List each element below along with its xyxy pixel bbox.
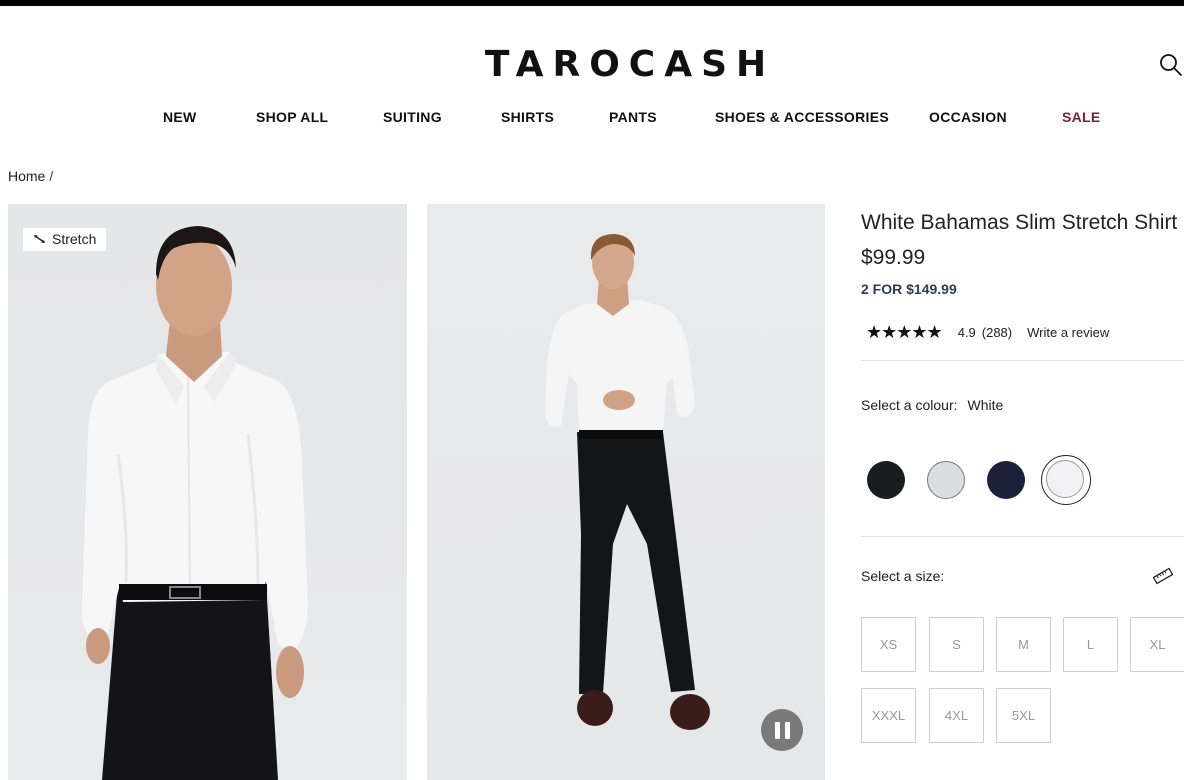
colour-swatch-grey[interactable] [927,461,965,499]
product-video-full-length[interactable] [427,204,825,780]
size-option-l[interactable]: L [1063,617,1118,672]
model-full-length-photo [545,234,710,730]
product-price: $99.99 [861,246,926,269]
nav-item-pants[interactable]: PANTS [609,109,657,125]
multibuy-promo: 2 FOR $149.99 [861,281,957,297]
stretch-badge-label: Stretch [52,231,97,247]
write-review-link[interactable]: Write a review [1027,325,1109,340]
model-front-photo [81,226,308,780]
colour-swatch-navy[interactable] [987,461,1025,499]
review-count[interactable]: (288) [982,325,1012,340]
video-pause-button[interactable] [761,709,803,751]
rating-row: ★★★★★ 4.9 (288) Write a review [866,321,1109,343]
size-option-xl[interactable]: XL [1130,617,1184,672]
size-option-s[interactable]: S [929,617,984,672]
stretch-arrow-icon [34,235,45,243]
colour-swatch-white[interactable] [1046,460,1084,498]
nav-item-new[interactable]: NEW [163,109,197,125]
size-label: Select a size: [861,568,945,584]
product-info-panel: White Bahamas Slim Stretch Shirt $99.99 … [861,0,1184,780]
colour-swatch-black[interactable] [867,461,905,499]
selected-colour: White [967,397,1004,413]
rating-value: 4.9 [957,324,976,340]
pause-icon-bar [784,721,790,739]
product-title: White Bahamas Slim Stretch Shirt [861,211,1178,234]
size-guide-button[interactable] [1152,566,1174,586]
pause-icon-bar [774,721,780,739]
product-image-front[interactable]: Stretch [8,204,407,780]
colour-label: Select a colour: White [861,397,1003,413]
breadcrumb-separator: / [49,168,54,184]
divider [861,360,1184,361]
size-option-m[interactable]: M [996,617,1051,672]
size-option-4xl[interactable]: 4XL [929,688,984,743]
size-option-5xl[interactable]: 5XL [996,688,1051,743]
size-option-xxxl[interactable]: XXXL [861,688,916,743]
ruler-icon [1152,567,1174,585]
divider [861,536,1184,537]
nav-item-shirts[interactable]: SHIRTS [501,109,554,125]
size-option-xs[interactable]: XS [861,617,916,672]
breadcrumb: Home / [8,168,53,184]
star-rating-icon: ★★★★★ [866,321,943,342]
colour-label-text: Select a colour: [861,397,958,413]
nav-item-suiting[interactable]: SUITING [383,109,442,125]
colour-swatch-white-selected[interactable] [1041,455,1091,505]
breadcrumb-home-link[interactable]: Home [8,168,45,184]
stretch-badge: Stretch [23,228,107,251]
nav-item-shop-all[interactable]: SHOP ALL [256,109,328,125]
